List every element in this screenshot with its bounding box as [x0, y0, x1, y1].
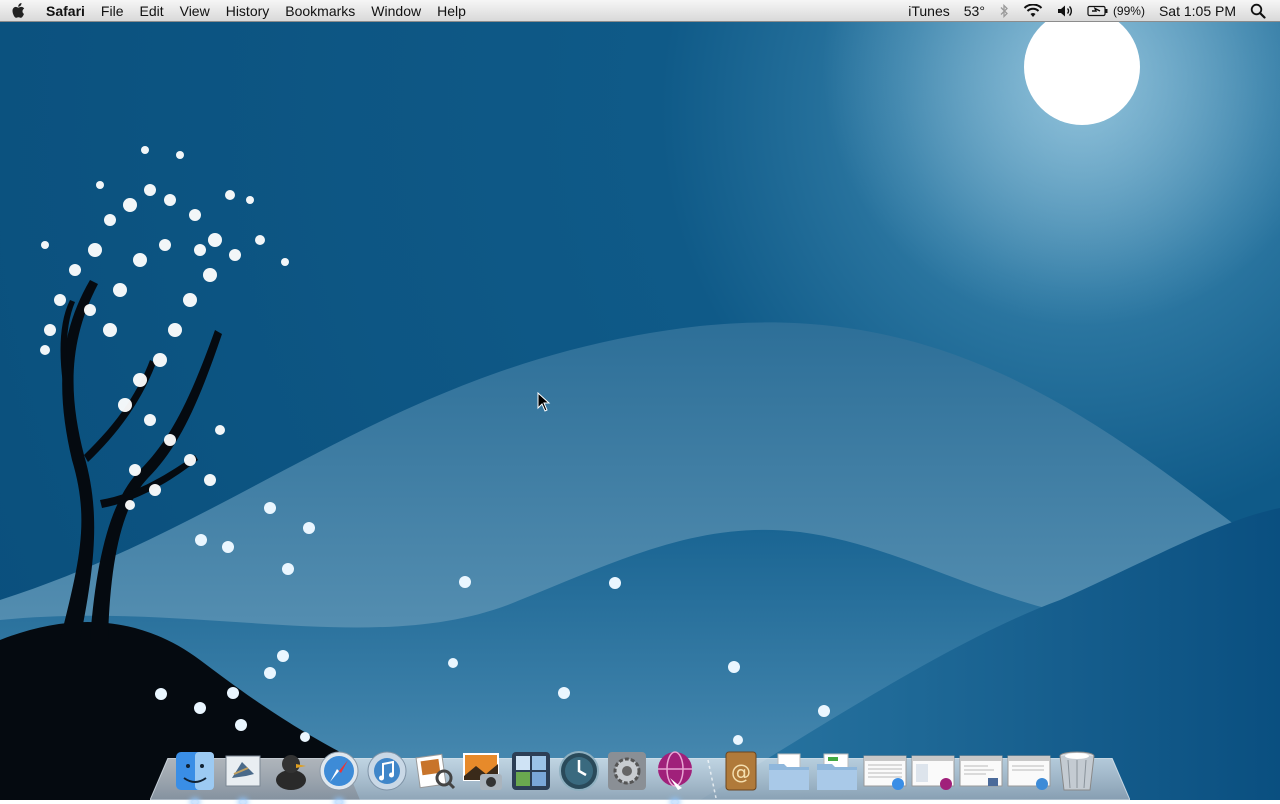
dock-purple-globe[interactable]	[652, 748, 698, 804]
trash-icon	[1059, 751, 1095, 791]
battery-percent: (99%)	[1112, 3, 1145, 18]
spotlight-icon[interactable]	[1243, 0, 1280, 22]
finder-icon	[176, 752, 214, 790]
mouse-cursor-icon	[537, 392, 551, 412]
menu-app-name[interactable]: Safari	[38, 0, 93, 22]
spaces-icon	[512, 752, 550, 790]
adium-duck-icon	[276, 755, 306, 790]
volume-icon[interactable]	[1050, 0, 1080, 22]
menu-window[interactable]: Window	[363, 0, 429, 22]
menubar: Safari File Edit View History Bookmarks …	[0, 0, 1280, 22]
menu-bookmarks[interactable]: Bookmarks	[277, 0, 363, 22]
purple-globe-icon	[658, 751, 692, 790]
clock-menu-extra[interactable]: Sat 1:05 PM	[1152, 0, 1243, 22]
system-preferences-icon	[608, 752, 646, 790]
preview-icon	[415, 753, 456, 790]
dock-itunes[interactable]	[364, 748, 410, 794]
minimized-window-preview-icon	[959, 755, 1003, 787]
itunes-icon	[367, 751, 407, 791]
itunes-menu-extra[interactable]: iTunes	[901, 0, 957, 22]
svg-text:@: @	[731, 760, 751, 784]
time-machine-icon	[559, 751, 599, 791]
dock-preview[interactable]	[412, 748, 458, 794]
desktop-wallpaper	[0, 0, 1280, 800]
address-book-icon: @	[725, 751, 757, 791]
moon	[1024, 9, 1140, 125]
dock-minimized-finder[interactable]	[862, 748, 908, 794]
minimized-window-finder-icon	[863, 755, 907, 790]
minimized-window-itunes-icon	[911, 755, 955, 790]
dock-downloads-stack[interactable]	[814, 748, 860, 794]
minimized-window-safari-icon	[1007, 755, 1051, 790]
apple-menu-icon[interactable]	[0, 0, 38, 22]
dock-minimized-safari[interactable]	[1006, 748, 1052, 794]
wifi-icon[interactable]	[1016, 0, 1050, 22]
bluetooth-icon[interactable]	[992, 0, 1016, 22]
running-indicator	[672, 800, 678, 804]
running-indicator	[240, 800, 246, 804]
mail-icon	[225, 755, 261, 787]
dock-minimized-preview[interactable]	[958, 748, 1004, 794]
dock-adium[interactable]	[268, 748, 314, 794]
menu-edit[interactable]: Edit	[131, 0, 171, 22]
dock: @	[150, 736, 1130, 804]
dock-safari[interactable]	[316, 748, 362, 804]
wallpaper-scene	[0, 0, 1280, 800]
battery-charging-icon	[1087, 5, 1108, 16]
running-indicator	[336, 800, 342, 804]
dock-trash[interactable]	[1054, 748, 1100, 794]
dock-iphoto[interactable]	[460, 748, 506, 794]
iphoto-icon	[463, 753, 502, 790]
menu-view[interactable]: View	[172, 0, 218, 22]
dock-finder[interactable]	[172, 748, 218, 804]
menu-help[interactable]: Help	[429, 0, 474, 22]
menu-file[interactable]: File	[93, 0, 132, 22]
dock-mail[interactable]	[220, 748, 266, 804]
documents-folder-icon	[769, 753, 809, 790]
dock-time-machine[interactable]	[556, 748, 602, 794]
downloads-folder-icon	[817, 753, 857, 790]
dock-documents-stack[interactable]	[766, 748, 812, 794]
dock-spaces[interactable]	[508, 748, 554, 794]
running-indicator	[192, 800, 198, 804]
weather-menu-extra[interactable]: 53°	[957, 0, 992, 22]
safari-icon	[319, 751, 359, 791]
dock-separator	[700, 754, 718, 794]
dock-system-preferences[interactable]	[604, 748, 650, 794]
battery-menu-extra[interactable]: (99%)	[1080, 0, 1152, 22]
dock-address-book[interactable]: @	[718, 748, 764, 794]
dock-minimized-itunes[interactable]	[910, 748, 956, 794]
menu-history[interactable]: History	[218, 0, 278, 22]
